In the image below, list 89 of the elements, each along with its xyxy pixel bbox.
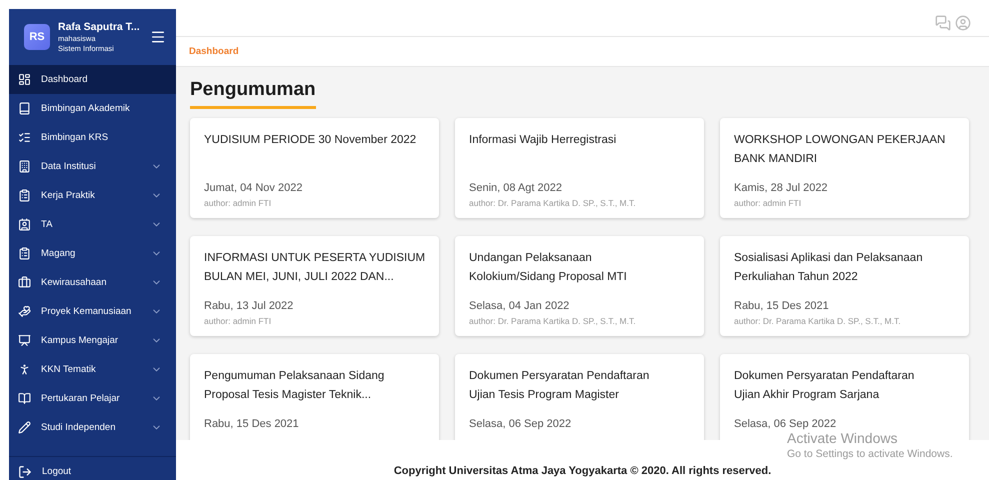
sidebar-item[interactable]: Bimbingan Akademik <box>9 94 176 123</box>
person-icon <box>18 363 31 376</box>
announcement-card[interactable]: WORKSHOP LOWONGAN PEKERJAAN BANK MANDIRI Kamis, 28 Jul 2022 author: admin FTI <box>720 118 969 218</box>
sidebar-item-label: KKN Tematik <box>41 364 97 375</box>
logout-item[interactable]: Logout <box>9 456 176 480</box>
sidebar-item-label: Proyek Kemanusiaan <box>41 306 132 317</box>
announcement-date: Selasa, 04 Jan 2022 <box>469 300 570 312</box>
announcement-date: Selasa, 06 Sep 2022 <box>734 418 838 430</box>
announcement-title: Ujian Tesis Program Magister <box>469 388 620 403</box>
announcement-date: Jumat, 04 Nov 2022 <box>204 182 304 194</box>
sidebar-item[interactable]: Studi Independen <box>9 413 176 442</box>
sidebar-item[interactable]: Magang <box>9 239 176 268</box>
dashboard-icon <box>18 73 31 86</box>
sidebar-item-label: Bimbingan Akademik <box>41 103 131 114</box>
announcement-title: Proposal Tesis Magister Teknik... <box>204 388 372 403</box>
book-icon <box>18 102 31 115</box>
sidebar-item[interactable]: KKN Tematik <box>9 355 176 384</box>
logout-icon <box>18 464 32 478</box>
hand-heart-icon <box>18 305 31 318</box>
announcement-date: Senin, 08 Agt 2022 <box>469 182 563 194</box>
announcement-title: INFORMASI UNTUK PESERTA YUDISIUM <box>204 251 426 266</box>
presentation-icon <box>18 334 31 347</box>
announcement-card[interactable]: Pengumuman Pelaksanaan Sidang Proposal Tesis Magister Teknik... Rabu, 15 Des 2021 <box>190 354 439 440</box>
announcement-title: Ujian Akhir Program Sarjana <box>734 388 880 403</box>
announcement-title: Perkuliahan Tahun 2022 <box>734 270 859 285</box>
announcement-title: Informasi Wajib Herregistrasi <box>469 133 618 148</box>
announcement-author: author: Dr. Parama Kartika D. SP., S.T., M.T. <box>734 316 902 326</box>
open-book-icon <box>18 392 31 405</box>
sidebar-item-label: Studi Independen <box>41 422 116 433</box>
sidebar-item-label: Bimbingan KRS <box>41 132 110 143</box>
announcement-card[interactable]: INFORMASI UNTUK PESERTA YUDISIUM BULAN MEI, JUNI, JULI 2022 DAN... Rabu, 13 Jul 2022 author: admin FTI <box>190 236 439 336</box>
sidebar-item[interactable]: Kerja Praktik <box>9 181 176 210</box>
announcement-title: BULAN MEI, JUNI, JULI 2022 DAN... <box>204 270 395 285</box>
sidebar-item-label: Kampus Mengajar <box>41 335 120 346</box>
menu-icon[interactable] <box>150 29 166 45</box>
sidebar-item-label: Pertukaran Pelajar <box>41 393 121 404</box>
footer-copyright: Copyright Universitas Atma Jaya Yogyakarta © 2020. All rights reserved. <box>394 465 772 477</box>
announcement-date: Rabu, 15 Des 2021 <box>204 418 300 430</box>
announcement-title: Dokumen Persyaratan Pendaftaran <box>734 369 916 384</box>
announcement-author: author: admin FTI <box>204 316 272 326</box>
announcement-author: author: Dr. Parama Kartika D. SP., S.T., M.T. <box>469 198 637 208</box>
page-heading: Pengumuman <box>190 79 316 109</box>
sidebar-item-label: Data Institusi <box>41 161 97 172</box>
clipboard-icon <box>18 247 31 260</box>
announcement-card[interactable]: Undangan Pelaksanaan Kolokium/Sidang Proposal MTI Selasa, 04 Jan 2022 author: Dr. Parama Kartika D. SP., S.T., M.T. <box>455 236 704 336</box>
user-avatar: RS <box>24 24 50 50</box>
sidebar-item[interactable]: Dashboard <box>9 65 176 94</box>
sidebar-item-label: TA <box>41 219 54 230</box>
announcement-title: BANK MANDIRI <box>734 152 818 167</box>
announcement-title: Pengumuman Pelaksanaan Sidang <box>204 369 386 384</box>
sidebar-item-label: Kerja Praktik <box>41 190 96 201</box>
announcement-date: Rabu, 13 Jul 2022 <box>204 300 294 312</box>
announcement-card[interactable]: Sosialisasi Aplikasi dan Pelaksanaan Perkuliahan Tahun 2022 Rabu, 15 Des 2021 author: Dr. Parama Kartika D. SP., S.T., M.T. <box>720 236 969 336</box>
sidebar-item[interactable]: Data Institusi <box>9 152 176 181</box>
announcement-title: Dokumen Persyaratan Pendaftaran <box>469 369 650 384</box>
sidebar-item[interactable]: Kampus Mengajar <box>9 326 176 355</box>
sidebar-item-label: Kewirausahaan <box>41 277 108 288</box>
activation-message: Go to Settings to activate Windows. <box>787 448 953 460</box>
sidebar-item[interactable]: Kewirausahaan <box>9 268 176 297</box>
announcement-date: Selasa, 06 Sep 2022 <box>469 418 572 430</box>
sidebar-item[interactable]: Bimbingan KRS <box>9 123 176 152</box>
clipboard-icon <box>18 189 31 202</box>
building-icon <box>18 160 31 173</box>
announcement-author: author: admin FTI <box>734 198 802 208</box>
chat-icon[interactable] <box>935 14 951 30</box>
user-icon[interactable] <box>955 14 971 30</box>
announcement-title: Sosialisasi Aplikasi dan Pelaksanaan <box>734 251 924 266</box>
announcement-title: Kolokium/Sidang Proposal MTI <box>469 270 628 285</box>
sidebar-item[interactable]: Pertukaran Pelajar <box>9 384 176 413</box>
sidebar-item-label: Magang <box>41 248 76 259</box>
announcement-date: Kamis, 28 Jul 2022 <box>734 182 829 194</box>
pencil-icon <box>18 421 31 434</box>
checklist-icon <box>18 131 31 144</box>
announcement-date: Rabu, 15 Des 2021 <box>734 300 830 312</box>
announcement-author: author: admin FTI <box>204 198 272 208</box>
announcement-title: WORKSHOP LOWONGAN PEKERJAAN <box>734 133 946 148</box>
id-card-icon <box>18 218 31 231</box>
sidebar-item[interactable]: TA <box>9 210 176 239</box>
briefcase-icon <box>18 276 31 289</box>
logout-label: Logout <box>42 466 72 477</box>
user-name: Rafa Saputra T... <box>58 21 141 33</box>
sidebar-item-label: Dashboard <box>41 74 88 85</box>
announcement-title: Undangan Pelaksanaan <box>469 251 593 266</box>
announcement-card[interactable]: YUDISIUM PERIODE 30 November 2022 Jumat, 04 Nov 2022 author: admin FTI <box>190 118 439 218</box>
announcement-author: author: Dr. Parama Kartika D. SP., S.T., M.T. <box>469 316 637 326</box>
announcement-card[interactable]: Dokumen Persyaratan Pendaftaran Ujian Tesis Program Magister Selasa, 06 Sep 2022 <box>455 354 704 440</box>
sidebar-item[interactable]: Proyek Kemanusiaan <box>9 297 176 326</box>
announcement-title: YUDISIUM PERIODE 30 November 2022 <box>204 133 418 148</box>
announcement-card[interactable]: Informasi Wajib Herregistrasi Senin, 08 Agt 2022 author: Dr. Parama Kartika D. SP., S.T., M.T. <box>455 118 704 218</box>
